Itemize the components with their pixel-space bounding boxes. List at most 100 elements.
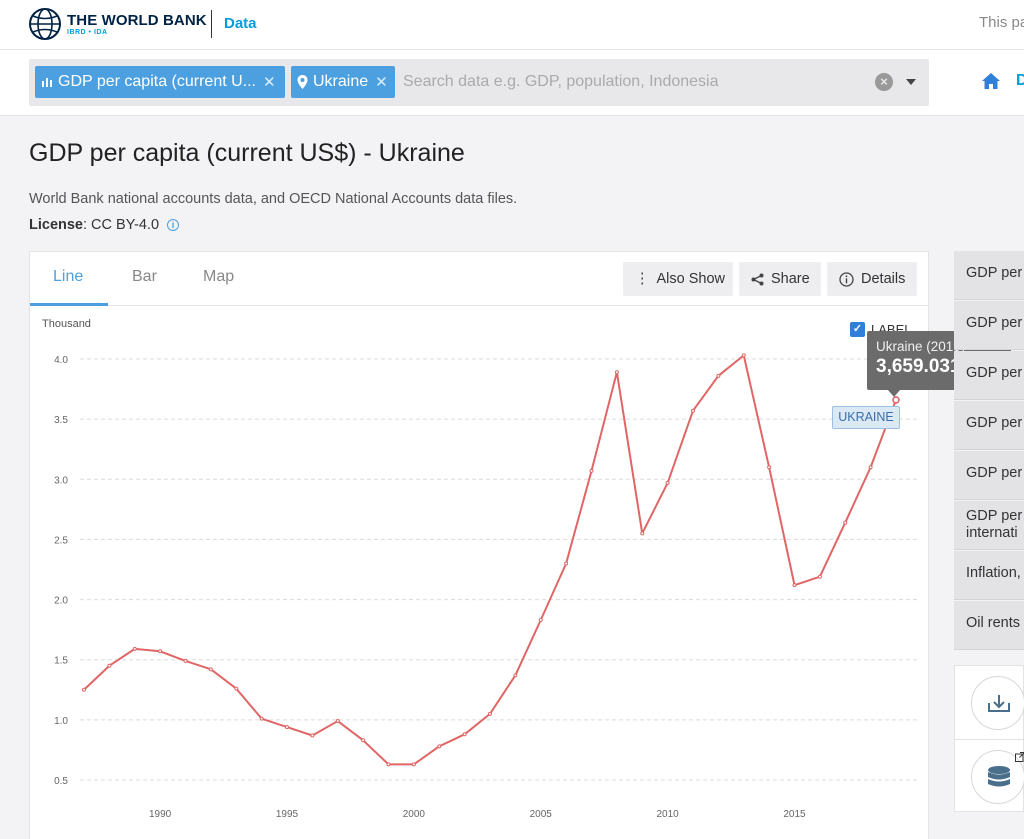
x-tick-label: 1995 — [276, 809, 299, 820]
header-right-text[interactable]: This pa — [979, 14, 1024, 31]
data-point — [437, 744, 442, 749]
tab-bar[interactable]: Bar — [132, 268, 157, 286]
x-tick-label: 2000 — [403, 809, 426, 820]
data-point — [665, 480, 670, 485]
country-chip[interactable]: Ukraine ✕ — [291, 66, 395, 98]
clear-icon[interactable]: × — [875, 73, 893, 91]
y-tick-label: 3.5 — [54, 415, 68, 426]
x-tick-label: 2005 — [530, 809, 553, 820]
data-point — [310, 733, 315, 738]
data-point — [817, 574, 822, 579]
details-label: Details — [861, 271, 906, 287]
details-button[interactable]: Details — [827, 262, 917, 296]
y-tick-label: 1.0 — [54, 716, 68, 727]
data-point — [259, 716, 264, 721]
line-chart: Thousand 0.5 1.0 1.5 2.0 2.5 3.0 3.5 4.0 1990 1995… — [42, 318, 918, 820]
y-tick-label: 1.5 — [54, 656, 68, 667]
tooltip-arrow — [888, 390, 900, 397]
search-input[interactable]: Search data e.g. GDP, population, Indone… — [403, 73, 718, 91]
data-point — [843, 520, 848, 525]
also-show-button[interactable]: ⋮ Also Show — [623, 262, 733, 296]
more-vertical-icon: ⋮ — [635, 271, 650, 287]
data-point — [82, 687, 86, 692]
x-tick-label: 1990 — [149, 809, 172, 820]
y-tick-label: 3.0 — [54, 475, 68, 486]
data-point — [741, 353, 746, 358]
related-item[interactable]: GDP per — [954, 301, 1024, 350]
globe-icon — [29, 8, 61, 40]
data-point — [792, 583, 797, 588]
data-point — [640, 531, 645, 536]
data-point — [132, 646, 137, 651]
chevron-down-icon[interactable] — [906, 79, 916, 85]
related-item[interactable]: Oil rents — [954, 601, 1024, 650]
close-icon[interactable]: ✕ — [375, 73, 388, 91]
y-tick-label: 2.5 — [54, 535, 68, 546]
data-point — [285, 725, 289, 730]
related-item-line1: GDP per — [966, 508, 1023, 524]
checkbox-checked-icon[interactable]: ✓ — [850, 322, 865, 337]
world-bank-logo[interactable]: THE WORLD BANK IBRD • IDA — [28, 7, 207, 41]
bar-chart-icon — [42, 78, 52, 87]
data-point — [589, 468, 594, 473]
related-item[interactable]: Inflation, — [954, 551, 1024, 600]
data-point — [767, 465, 772, 470]
search-strip: GDP per capita (current U... ✕ Ukraine ✕… — [0, 50, 1024, 116]
chart-tabs: Line Bar Map ⋮ Also Show Share Details — [30, 252, 928, 306]
data-point — [411, 762, 416, 767]
divider — [955, 739, 1024, 740]
info-icon[interactable]: i — [167, 219, 180, 231]
tab-line[interactable]: Line — [53, 268, 83, 286]
data-section-link[interactable]: Data — [224, 15, 257, 32]
data-point — [158, 649, 163, 654]
nav-right-text[interactable]: D — [1016, 72, 1024, 90]
download-tools — [954, 665, 1024, 812]
home-icon[interactable] — [982, 73, 1000, 89]
data-point — [386, 762, 391, 767]
data-point — [183, 658, 188, 663]
y-axis-label: Thousand — [42, 318, 91, 330]
related-item[interactable]: GDP per — [954, 351, 1024, 400]
data-point — [564, 561, 569, 566]
data-point — [335, 719, 340, 724]
y-tick-label: 0.5 — [54, 776, 68, 787]
data-point — [691, 408, 695, 413]
data-point — [538, 618, 543, 623]
top-header: THE WORLD BANK IBRD • IDA Data This pa — [0, 0, 1024, 50]
data-point — [892, 396, 900, 404]
data-point — [462, 732, 467, 737]
data-point — [208, 667, 213, 672]
license-label: License — [29, 217, 83, 233]
series-label: UKRAINE — [832, 406, 900, 429]
data-point — [488, 711, 492, 716]
active-tab-indicator — [30, 303, 108, 306]
share-button[interactable]: Share — [739, 262, 821, 296]
license: License: CC BY-4.0 i — [29, 217, 180, 233]
related-item[interactable]: GDP per — [954, 251, 1024, 300]
info-icon — [839, 271, 854, 287]
country-chip-label: Ukraine — [313, 73, 369, 90]
share-icon — [751, 273, 764, 285]
related-item[interactable]: GDP per internati — [954, 501, 1024, 550]
search-box[interactable]: GDP per capita (current U... ✕ Ukraine ✕… — [29, 59, 929, 106]
logo-divider — [211, 10, 212, 38]
data-point — [361, 738, 366, 743]
chart-panel: Line Bar Map ⋮ Also Show Share Details T… — [29, 251, 929, 839]
indicator-chip[interactable]: GDP per capita (current U... ✕ — [35, 66, 285, 98]
download-button[interactable] — [971, 676, 1024, 730]
license-value: : CC BY-4.0 — [83, 217, 160, 233]
tab-map[interactable]: Map — [203, 268, 234, 286]
logo-title: THE WORLD BANK — [67, 11, 207, 29]
share-label: Share — [771, 271, 810, 287]
related-item[interactable]: GDP per — [954, 451, 1024, 500]
indicator-chip-label: GDP per capita (current U... — [58, 73, 256, 90]
data-point — [868, 465, 873, 470]
x-tick-label: 2010 — [657, 809, 680, 820]
page-title: GDP per capita (current US$) - Ukraine — [29, 139, 465, 167]
logo-subtitle: IBRD • IDA — [67, 28, 108, 36]
related-item[interactable]: GDP per — [954, 401, 1024, 450]
close-icon[interactable]: ✕ — [263, 73, 276, 91]
external-link-icon[interactable] — [1015, 752, 1024, 762]
download-icon — [988, 695, 1010, 712]
data-point — [513, 673, 518, 678]
